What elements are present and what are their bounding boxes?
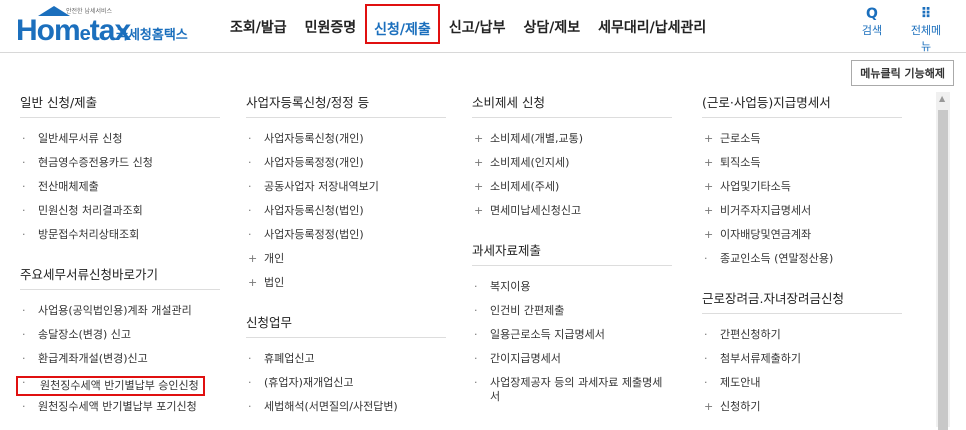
- column-title: 과세자료제출: [472, 240, 672, 266]
- menu-item[interactable]: + 이자배당및연금계좌: [702, 228, 902, 252]
- menu-item[interactable]: · 사업자등록정정(개인): [246, 156, 446, 180]
- menu-columns: 일반 신청/제출 · 일반세무서류 신청 · 현금영수증전용카드 신청 · 전산매체제…: [16, 92, 920, 427]
- nav-consult-report[interactable]: 상담/제보: [514, 0, 589, 36]
- menu-item[interactable]: · 사업자등록신청(개인): [246, 132, 446, 156]
- scrollbar-thumb[interactable]: [938, 110, 948, 430]
- plus-icon: +: [474, 156, 484, 169]
- menu-item[interactable]: · 현금영수증전용카드 신청: [20, 156, 220, 180]
- menu-item[interactable]: · 사업자등록신청(법인): [246, 204, 446, 228]
- menu-list: · 휴폐업신고 · (휴업자)재개업신고 · 세법해석(서면질의/사전답변): [246, 352, 446, 424]
- nav-certificates[interactable]: 민원증명: [296, 0, 366, 36]
- plus-icon: +: [248, 276, 258, 289]
- menu-item[interactable]: + 비거주자지급명세서: [702, 204, 902, 228]
- menu-item[interactable]: · 간이지급명세서: [472, 352, 672, 376]
- menu-item[interactable]: · 제도안내: [702, 376, 902, 400]
- menu-item[interactable]: · 환급계좌개설(변경)신고: [20, 352, 220, 376]
- plus-icon: +: [474, 132, 484, 145]
- nav-inquiry[interactable]: 조회/발급: [221, 0, 296, 36]
- plus-icon: +: [474, 204, 484, 217]
- menu-item[interactable]: · 사업용(공익법인용)계좌 개설관리: [20, 304, 220, 328]
- header-tools: Q 검색 ⠿ 전체메뉴: [852, 6, 946, 54]
- plus-icon: +: [704, 180, 714, 193]
- column-title: (근로·사업등)지급명세서: [702, 92, 902, 118]
- menu-list: · 복지이용 · 인건비 간편제출 · 일용근로소득 지급명세서 · 간이지급명세서 ·…: [472, 280, 672, 408]
- menu-item[interactable]: · 첨부서류제출하기: [702, 352, 902, 376]
- column-business-registration: 사업자등록신청/정정 등 · 사업자등록신청(개인) · 사업자등록정정(개인) ·…: [246, 92, 446, 424]
- menu-item[interactable]: · 원천징수세액 반기별납부 포기신청: [20, 400, 220, 424]
- menu-item[interactable]: · 일반세무서류 신청: [20, 132, 220, 156]
- menu-item[interactable]: · (휴업자)재개업신고: [246, 376, 446, 400]
- logo-brand: Hometax: [16, 14, 131, 47]
- menu-list: · 일반세무서류 신청 · 현금영수증전용카드 신청 · 전산매체제출 · 민원신청 처…: [20, 132, 220, 252]
- plus-icon: +: [704, 228, 714, 241]
- menu-item[interactable]: + 개인: [246, 252, 446, 276]
- plus-icon: +: [248, 252, 258, 265]
- menu-item[interactable]: + 신청하기: [702, 400, 902, 424]
- menu-item[interactable]: + 소비제세(개별,교통): [472, 132, 672, 156]
- column-title: 신청업무: [246, 312, 446, 338]
- menu-item[interactable]: · 일용근로소득 지급명세서: [472, 328, 672, 352]
- menu-list: · 사업용(공익법인용)계좌 개설관리 · 송달장소(변경) 신고 · 환급계좌개설(…: [16, 304, 220, 424]
- full-menu-button[interactable]: ⠿ 전체메뉴: [906, 6, 946, 54]
- plus-icon: +: [474, 180, 484, 193]
- column-title: 일반 신청/제출: [20, 92, 220, 118]
- vertical-scrollbar[interactable]: ▲: [936, 92, 950, 430]
- logo-korean: 국세청홈택스: [116, 28, 188, 43]
- menu-item[interactable]: · 사업자등록정정(법인): [246, 228, 446, 252]
- menu-list: + 근로소득 + 퇴직소득 + 사업및기타소득 + 비거주자지급명세서 + 이자배당및연금…: [702, 132, 902, 276]
- plus-icon: +: [704, 132, 714, 145]
- menu-item[interactable]: · 송달장소(변경) 신고: [20, 328, 220, 352]
- menu-list: · 사업자등록신청(개인) · 사업자등록정정(개인) · 공동사업자 저장내역보기 …: [246, 132, 446, 300]
- main-nav: 조회/발급 민원증명 신청/제출 신고/납부 상담/제보 세무대리/납세관리: [221, 0, 715, 52]
- menu-list: · 간편신청하기 · 첨부서류제출하기 · 제도안내 + 신청하기: [702, 328, 902, 424]
- menu-item-highlighted[interactable]: · 원천징수세액 반기별납부 승인신청: [16, 376, 220, 400]
- search-icon: Q: [866, 6, 878, 22]
- column-payment-statement: (근로·사업등)지급명세서 + 근로소득 + 퇴직소득 + 사업및기타소득 + 비거주자…: [702, 92, 902, 424]
- hometax-logo[interactable]: 안전한 납세서비스 Hometax 국세청홈택스: [16, 6, 206, 47]
- menu-item[interactable]: · 사업장제공자 등의 과세자료 제출명세서: [472, 376, 672, 408]
- column-title: 사업자등록신청/정정 등: [246, 92, 446, 118]
- menu-item[interactable]: + 퇴직소득: [702, 156, 902, 180]
- menu-item[interactable]: + 법인: [246, 276, 446, 300]
- plus-icon: +: [704, 156, 714, 169]
- menu-item[interactable]: · 인건비 간편제출: [472, 304, 672, 328]
- menu-item[interactable]: · 간편신청하기: [702, 328, 902, 352]
- plus-icon: +: [704, 204, 714, 217]
- menu-item[interactable]: + 근로소득: [702, 132, 902, 156]
- scroll-up-icon[interactable]: ▲: [939, 94, 945, 103]
- nav-tax-agent[interactable]: 세무대리/납세관리: [589, 0, 715, 36]
- search-button[interactable]: Q 검색: [852, 6, 892, 54]
- column-title: 소비제세 신청: [472, 92, 672, 118]
- menu-item[interactable]: + 소비제세(주세): [472, 180, 672, 204]
- menu-item[interactable]: + 면세미납세신청신고: [472, 204, 672, 228]
- menu-item[interactable]: · 휴폐업신고: [246, 352, 446, 376]
- nav-application-submission[interactable]: 신청/제출: [365, 4, 440, 44]
- column-general: 일반 신청/제출 · 일반세무서류 신청 · 현금영수증전용카드 신청 · 전산매체제…: [16, 92, 220, 424]
- column-title: 주요세무서류신청바로가기: [20, 264, 220, 290]
- nav-report-payment[interactable]: 신고/납부: [440, 0, 515, 36]
- menu-click-release-button[interactable]: 메뉴클릭 기능해제: [851, 60, 954, 86]
- grid-icon: ⠿: [920, 6, 932, 22]
- menu-list: + 소비제세(개별,교통) + 소비제세(인지세) + 소비제세(주세) + 면세미납세…: [472, 132, 672, 228]
- column-title: 근로장려금.자녀장려금신청: [702, 288, 902, 314]
- plus-icon: +: [704, 400, 714, 413]
- menu-item[interactable]: · 방문접수처리상태조회: [20, 228, 220, 252]
- menu-item[interactable]: + 사업및기타소득: [702, 180, 902, 204]
- column-consumption-tax: 소비제세 신청 + 소비제세(개별,교통) + 소비제세(인지세) + 소비제세(주세…: [472, 92, 672, 408]
- menu-item[interactable]: · 세법해석(서면질의/사전답변): [246, 400, 446, 424]
- menu-item[interactable]: · 복지이용: [472, 280, 672, 304]
- top-header: 안전한 납세서비스 Hometax 국세청홈택스 조회/발급 민원증명 신청/제…: [0, 0, 966, 53]
- menu-item[interactable]: + 소비제세(인지세): [472, 156, 672, 180]
- menu-item[interactable]: · 종교인소득 (연말정산용): [702, 252, 902, 276]
- menu-item[interactable]: · 전산매체제출: [20, 180, 220, 204]
- menu-item[interactable]: · 민원신청 처리결과조회: [20, 204, 220, 228]
- menu-item[interactable]: · 공동사업자 저장내역보기: [246, 180, 446, 204]
